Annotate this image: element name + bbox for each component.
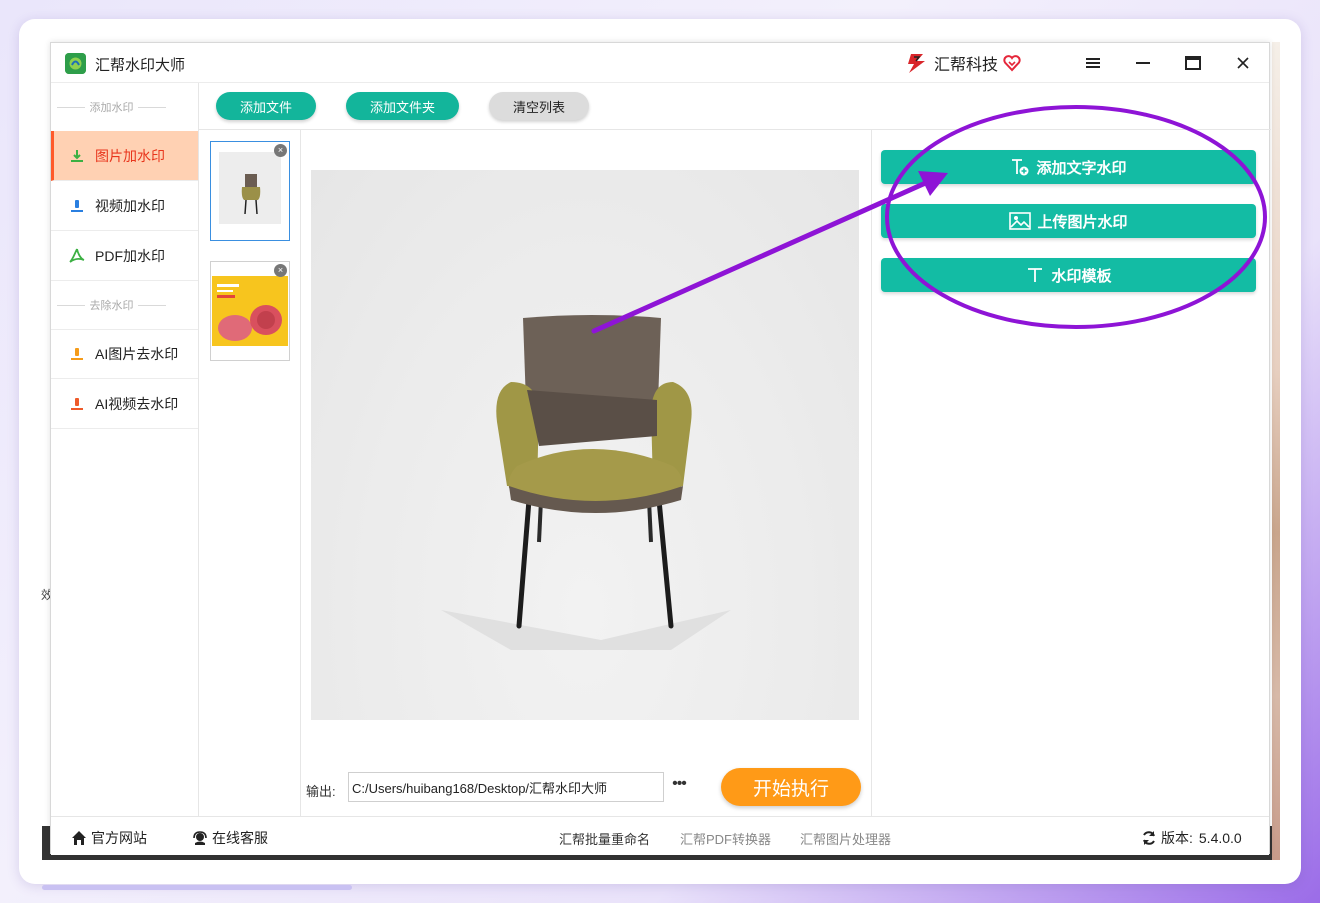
watermark-panel: 添加文字水印 上传图片水印 水印模板 [872,129,1271,816]
add-text-icon [1012,159,1029,176]
heart-icon[interactable] [1003,54,1021,72]
footer: 官方网站 在线客服 汇帮批量重命名 汇帮PDF转换器 汇帮图片处理器 版本: 5… [51,816,1269,855]
add-file-button[interactable]: 添加文件 [216,92,316,120]
brand: 汇帮科技 [905,52,1021,74]
minimize-icon [1136,62,1150,64]
upload-image-watermark-button[interactable]: 上传图片水印 [881,204,1256,238]
brand-name: 汇帮科技 [934,57,999,74]
hamburger-icon [1086,58,1100,68]
stamp-icon [71,199,83,212]
sidebar-item-ai-image-remove[interactable]: AI图片去水印 [51,329,198,379]
watermark-template-button[interactable]: 水印模板 [881,258,1256,292]
app-title: 汇帮水印大师 [95,57,186,74]
stamp-icon [71,348,83,360]
home-icon [72,831,86,845]
text-t-icon [1028,268,1043,282]
output-path-input[interactable] [348,772,664,802]
toolbar: 添加文件 添加文件夹 清空列表 [199,83,1271,129]
thumbnail-bags-image [212,276,288,346]
menu-button[interactable] [1080,51,1106,75]
title-bar: 汇帮水印大师 汇帮科技 [51,43,1269,83]
pdf-icon [69,248,85,263]
section-add-watermark: 添加水印 [51,83,198,131]
brand-logo-icon [908,54,925,73]
thumbnail-list: × × [199,129,301,816]
stamp-icon [71,397,83,410]
official-website-link[interactable]: 官方网站 [71,828,147,848]
chair-photo [441,315,731,650]
sidebar-item-pdf-watermark[interactable]: PDF加水印 [51,231,198,281]
thumbnail-item[interactable]: × [210,141,290,241]
maximize-button[interactable] [1180,51,1206,75]
minimize-button[interactable] [1130,51,1156,75]
start-button[interactable]: 开始执行 [721,768,861,806]
remove-thumbnail-button[interactable]: × [274,264,287,277]
close-icon [1237,57,1249,69]
version-info[interactable]: 版本: 5.4.0.0 [1141,828,1242,848]
add-folder-button[interactable]: 添加文件夹 [346,92,459,120]
image-icon [1009,212,1032,230]
sidebar-item-video-watermark[interactable]: 视频加水印 [51,181,198,231]
background-photo-strip [1272,42,1280,860]
clear-list-button[interactable]: 清空列表 [489,92,589,120]
thumbnail-chair-image [219,152,281,224]
headset-icon [193,831,207,845]
browse-output-button[interactable]: ••• [668,776,690,797]
preview-panel: 输出: ••• 开始执行 [301,129,872,816]
pdf-converter-link[interactable]: 汇帮PDF转换器 [680,829,771,848]
thumbnail-item[interactable]: × [210,261,290,361]
sidebar-item-image-watermark[interactable]: 图片加水印 [51,131,198,181]
app-logo-icon [65,53,86,74]
remove-thumbnail-button[interactable]: × [274,144,287,157]
output-label: 输出: [306,784,336,799]
app-window: 汇帮水印大师 汇帮科技 添加水印 图片加水印 视频加水印 PDF加水印 去除水印… [50,42,1271,855]
close-button[interactable] [1230,51,1256,75]
online-support-link[interactable]: 在线客服 [192,828,268,848]
section-remove-watermark: 去除水印 [51,281,198,329]
maximize-icon [1185,56,1201,70]
stamp-icon [71,149,83,162]
sidebar-item-ai-video-remove[interactable]: AI视频去水印 [51,379,198,429]
batch-rename-link[interactable]: 汇帮批量重命名 [559,829,650,848]
preview-image [311,170,859,720]
background-bar [42,885,352,890]
add-text-watermark-button[interactable]: 添加文字水印 [881,150,1256,184]
image-processor-link[interactable]: 汇帮图片处理器 [800,829,891,848]
refresh-icon [1143,831,1155,845]
sidebar: 添加水印 图片加水印 视频加水印 PDF加水印 去除水印 AI图片去水印 AI视… [51,83,199,816]
